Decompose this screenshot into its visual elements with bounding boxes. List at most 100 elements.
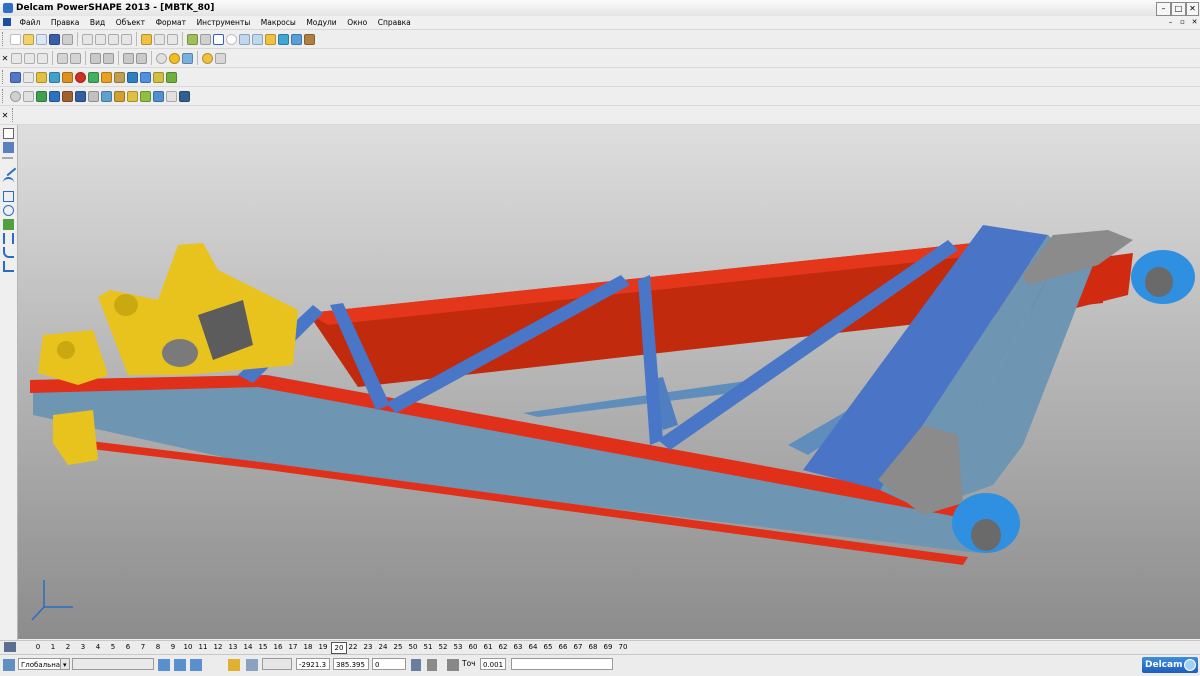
- level-63[interactable]: 63: [511, 642, 525, 652]
- snap-mode-icon[interactable]: [174, 659, 186, 671]
- curve-icon[interactable]: [239, 33, 250, 45]
- shell-icon[interactable]: [127, 90, 138, 102]
- light-icon[interactable]: [202, 52, 213, 64]
- calculator-icon[interactable]: [427, 659, 437, 671]
- print-icon[interactable]: [62, 33, 73, 45]
- view-front-icon[interactable]: [11, 52, 22, 64]
- material-icon[interactable]: [166, 71, 177, 83]
- level-25[interactable]: 25: [391, 642, 405, 652]
- view-iso2-icon[interactable]: [70, 52, 81, 64]
- text-icon[interactable]: [252, 33, 263, 45]
- offset-icon[interactable]: [49, 90, 60, 102]
- level-17[interactable]: 17: [286, 642, 300, 652]
- toolbar-grip[interactable]: [2, 70, 6, 84]
- level-7[interactable]: 7: [136, 642, 150, 652]
- surface-icon[interactable]: [3, 247, 14, 258]
- level-66[interactable]: 66: [556, 642, 570, 652]
- snap-grid-icon[interactable]: [190, 659, 202, 671]
- line-icon[interactable]: [0, 160, 17, 177]
- level-10[interactable]: 10: [181, 642, 195, 652]
- level-20[interactable]: 20: [331, 642, 347, 654]
- level-8[interactable]: 8: [151, 642, 165, 652]
- object-select[interactable]: [72, 658, 154, 670]
- level-68[interactable]: 68: [586, 642, 600, 652]
- level-13[interactable]: 13: [226, 642, 240, 652]
- level-9[interactable]: 9: [166, 642, 180, 652]
- level-6[interactable]: 6: [121, 642, 135, 652]
- level-12[interactable]: 12: [211, 642, 225, 652]
- section-icon[interactable]: [215, 52, 226, 64]
- copy-icon[interactable]: [95, 33, 106, 45]
- extrude-icon[interactable]: [62, 90, 73, 102]
- level-23[interactable]: 23: [361, 642, 375, 652]
- level-60[interactable]: 60: [466, 642, 480, 652]
- coord-z[interactable]: 0: [372, 658, 406, 670]
- mdi-restore-icon[interactable]: ▫: [1177, 17, 1188, 27]
- toolbar-grip[interactable]: [12, 108, 16, 122]
- revolve-icon[interactable]: [75, 90, 86, 102]
- view-top-icon[interactable]: [37, 52, 48, 64]
- level-53[interactable]: 53: [451, 642, 465, 652]
- transform-icon[interactable]: [23, 90, 34, 102]
- level-1[interactable]: 1: [46, 642, 60, 652]
- menu-macros[interactable]: Макросы: [257, 16, 300, 27]
- maximize-icon[interactable]: □: [1171, 2, 1186, 16]
- menu-file[interactable]: Файл: [16, 16, 45, 27]
- zoom-out-icon[interactable]: [136, 52, 147, 64]
- toolbar-grip[interactable]: [2, 32, 6, 46]
- solid-icon[interactable]: [3, 219, 14, 230]
- solid-tool-icon[interactable]: [278, 33, 289, 45]
- level-11[interactable]: 11: [196, 642, 210, 652]
- axis-icon[interactable]: [200, 33, 211, 45]
- level-51[interactable]: 51: [421, 642, 435, 652]
- menu-tools[interactable]: Инструменты: [193, 16, 255, 27]
- menu-view[interactable]: Вид: [86, 16, 109, 27]
- level-50[interactable]: 50: [406, 642, 420, 652]
- level-24[interactable]: 24: [376, 642, 390, 652]
- tools-icon[interactable]: [304, 33, 315, 45]
- grid-field[interactable]: [262, 658, 292, 670]
- level-69[interactable]: 69: [601, 642, 615, 652]
- workplane-icon[interactable]: [187, 33, 198, 45]
- surface-obj-icon[interactable]: [36, 71, 47, 83]
- level-19[interactable]: 19: [316, 642, 330, 652]
- level-67[interactable]: 67: [571, 642, 585, 652]
- repeat-icon[interactable]: [167, 33, 178, 45]
- mirror-icon[interactable]: [36, 90, 47, 102]
- level-icon[interactable]: [10, 71, 21, 83]
- select-window-icon[interactable]: [3, 142, 14, 153]
- level-3[interactable]: 3: [76, 642, 90, 652]
- new-file-icon[interactable]: [10, 33, 21, 45]
- split-icon[interactable]: [166, 90, 177, 102]
- zoom-icon[interactable]: [90, 52, 101, 64]
- level-64[interactable]: 64: [526, 642, 540, 652]
- menu-format[interactable]: Формат: [152, 16, 190, 27]
- cone-icon[interactable]: [88, 71, 99, 83]
- mdi-close-icon[interactable]: ✕: [1189, 17, 1200, 27]
- level-14[interactable]: 14: [241, 642, 255, 652]
- principal-plane-icon[interactable]: [228, 659, 240, 671]
- level-62[interactable]: 62: [496, 642, 510, 652]
- analysis-icon[interactable]: [179, 90, 190, 102]
- toolbar-grip[interactable]: [2, 89, 6, 103]
- dimension-icon[interactable]: [3, 233, 14, 244]
- zoom-in-icon[interactable]: [123, 52, 134, 64]
- save-icon[interactable]: [49, 33, 60, 45]
- paste-icon[interactable]: [108, 33, 119, 45]
- tolerance-field[interactable]: 0.001: [480, 658, 506, 670]
- view-back-icon[interactable]: [24, 52, 35, 64]
- toolbar-close-icon[interactable]: ✕: [0, 54, 10, 63]
- box-icon[interactable]: [101, 71, 112, 83]
- levels-icon[interactable]: [4, 642, 16, 652]
- open-folder-icon[interactable]: [23, 33, 34, 45]
- level-4[interactable]: 4: [91, 642, 105, 652]
- undo-icon[interactable]: [141, 33, 152, 45]
- snap-icon[interactable]: [158, 659, 170, 671]
- menu-object[interactable]: Объект: [112, 16, 149, 27]
- shaded-icon[interactable]: [169, 52, 180, 64]
- delete-icon[interactable]: [121, 33, 132, 45]
- menu-window[interactable]: Окно: [343, 16, 371, 27]
- document-icon[interactable]: [3, 18, 11, 26]
- minimize-icon[interactable]: –: [1156, 2, 1171, 16]
- cut-icon[interactable]: [82, 33, 93, 45]
